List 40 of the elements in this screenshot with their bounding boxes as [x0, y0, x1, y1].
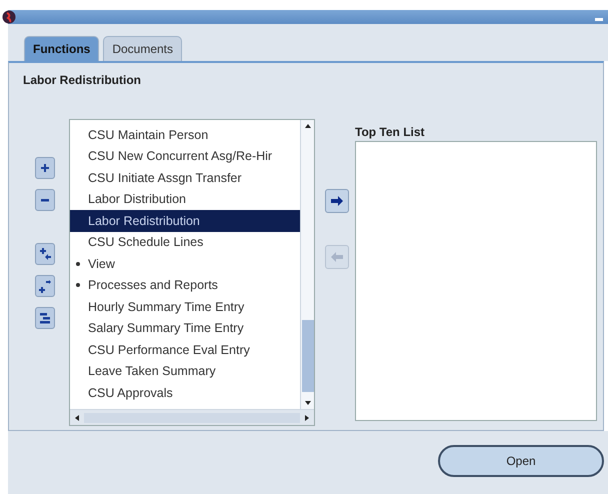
expand-all-icon [38, 247, 52, 261]
function-item[interactable]: Processes and Reports [70, 274, 300, 296]
scroll-down-icon[interactable] [304, 400, 312, 406]
function-item[interactable]: CSU Approvals [70, 382, 300, 404]
function-item[interactable]: CSU Performance Eval Entry [70, 339, 300, 360]
tab[interactable]: Documents [103, 36, 182, 61]
function-item[interactable]: View [70, 253, 300, 274]
collapse-button[interactable] [35, 189, 55, 211]
collapse-lines-button[interactable] [35, 307, 55, 329]
right-arrow-icon [330, 196, 344, 206]
list-label: Top Ten List [355, 125, 426, 139]
function-item[interactable]: CSU Schedule Lines [70, 232, 300, 253]
scroll-right-icon[interactable] [304, 414, 310, 422]
function-item[interactable]: Salary Summary Time Entry [70, 318, 300, 339]
function-item[interactable]: CSU New Concurrent Asg/Re-Hir [70, 146, 300, 167]
app-logo-icon [2, 10, 16, 24]
function-item[interactable]: Hourly Summary Time Entry [70, 296, 300, 318]
collapse-all-button[interactable] [35, 275, 55, 297]
add-to-list-button[interactable] [325, 189, 349, 213]
lines-icon [38, 311, 52, 325]
expand-button[interactable] [35, 157, 55, 179]
plus-icon [40, 163, 50, 173]
section-heading: Labor Redistribution [23, 73, 142, 87]
function-item[interactable]: Labor Distribution [70, 188, 300, 210]
bullet-icon [76, 283, 80, 288]
left-arrow-icon [330, 252, 344, 262]
function-item[interactable]: CSU Initiate Assgn Transfer [70, 167, 300, 188]
bullet-icon [76, 262, 80, 266]
vertical-scrollbar[interactable] [300, 120, 314, 409]
collapse-all-icon [38, 279, 52, 293]
function-item[interactable]: Labor Redistribution [70, 210, 300, 232]
tab[interactable]: Functions [24, 36, 100, 61]
scroll-up-icon[interactable] [304, 123, 312, 129]
function-item[interactable]: Leave Taken Summary [70, 360, 300, 382]
horizontal-scrollbar[interactable] [70, 409, 314, 425]
expand-all-button[interactable] [35, 243, 55, 265]
scroll-left-icon[interactable] [74, 414, 80, 422]
open-button[interactable]: Open [438, 445, 604, 477]
scroll-thumb[interactable] [302, 320, 314, 392]
function-item[interactable]: CSU Maintain Person [70, 124, 300, 146]
